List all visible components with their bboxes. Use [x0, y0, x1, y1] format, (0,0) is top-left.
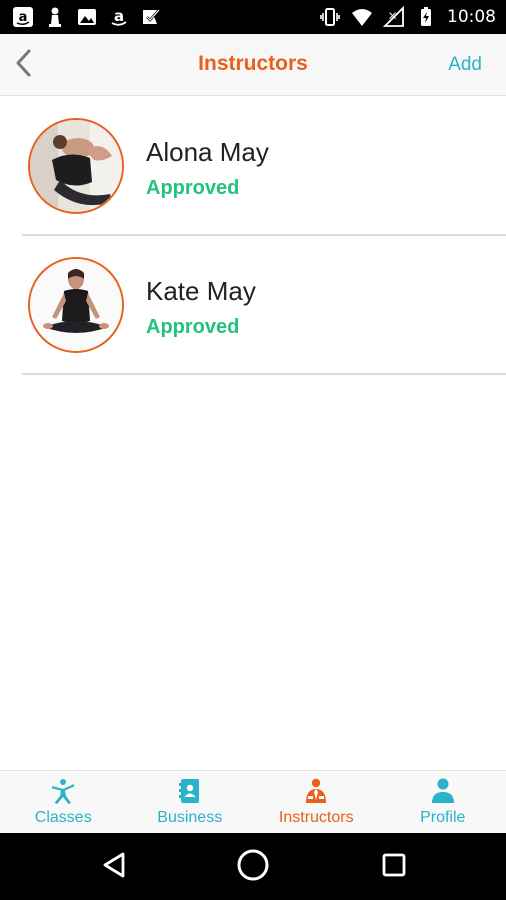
list-item[interactable]: Kate May Approved: [0, 236, 506, 375]
signal-icon: [383, 6, 405, 28]
tab-label: Business: [157, 809, 223, 826]
contact-book-icon: [176, 777, 204, 805]
instructor-list: Alona May Approved Kate May Approved: [0, 97, 506, 375]
tab-label: Profile: [420, 809, 466, 826]
amazon-icon: a: [108, 6, 130, 28]
avatar: [28, 257, 124, 353]
instructor-icon: [302, 777, 330, 805]
nav-recents-button[interactable]: [377, 850, 411, 884]
person-stretch-icon: [49, 777, 77, 805]
wifi-icon: [351, 6, 373, 28]
square-recents-icon: [381, 852, 407, 883]
tab-instructors[interactable]: Instructors: [253, 771, 380, 833]
app-bar: Instructors Add: [0, 34, 506, 96]
status-bar-notifications: a a: [12, 6, 162, 28]
person-icon: [429, 777, 457, 805]
status-badge: Approved: [146, 177, 240, 199]
triangle-back-icon: [101, 851, 127, 884]
nav-home-button[interactable]: [236, 848, 270, 887]
nav-back-button[interactable]: [97, 850, 131, 884]
svg-text:a: a: [114, 7, 124, 25]
avatar: [28, 118, 124, 214]
status-bar: a a 10:08: [0, 0, 506, 34]
status-badge: Approved: [146, 316, 240, 338]
list-item[interactable]: Alona May Approved: [0, 97, 506, 236]
page-title: Instructors: [198, 52, 308, 75]
check-badge-icon: [140, 6, 162, 28]
instructor-name: Kate May: [146, 276, 256, 306]
chess-pawn-icon: [44, 6, 66, 28]
system-nav-bar: [0, 833, 506, 900]
tab-classes[interactable]: Classes: [0, 771, 127, 833]
tab-label: Instructors: [278, 809, 354, 826]
tab-business[interactable]: Business: [127, 771, 254, 833]
clock: 10:08: [447, 7, 496, 27]
tab-profile[interactable]: Profile: [380, 771, 506, 833]
vibrate-icon: [319, 6, 341, 28]
instructor-name: Alona May: [146, 137, 269, 167]
status-bar-system: 10:08: [319, 6, 496, 28]
divider: [22, 373, 506, 375]
circle-home-icon: [236, 848, 270, 887]
image-icon: [76, 6, 98, 28]
amazon-icon: a: [12, 6, 34, 28]
battery-charging-icon: [415, 6, 437, 28]
add-instructor-button[interactable]: Add: [448, 54, 482, 76]
tab-label: Classes: [34, 809, 92, 826]
bottom-tab-bar: Classes Business Instructors Profile: [0, 770, 506, 833]
